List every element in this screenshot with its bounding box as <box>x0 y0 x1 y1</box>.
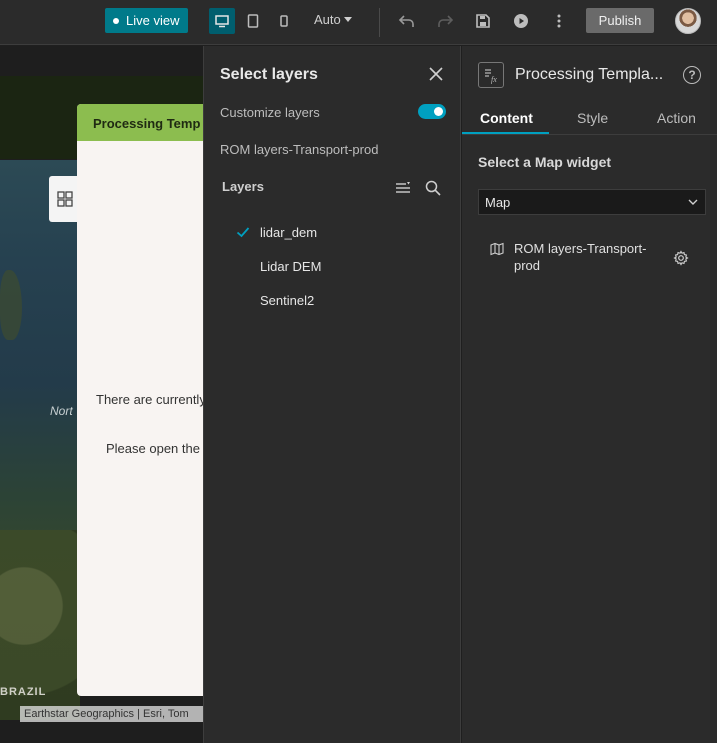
processing-template-icon: fx <box>478 62 504 88</box>
processing-template-widget[interactable]: Processing Temp There are currently Plea… <box>77 104 203 696</box>
desktop-view-button[interactable] <box>209 8 235 34</box>
map-ocean-label: Nort <box>50 404 73 418</box>
check-icon <box>236 227 250 238</box>
panel-title: Select layers <box>220 66 318 83</box>
play-circle-icon <box>514 14 528 28</box>
map-icon <box>490 242 504 256</box>
section-title: Select a Map widget <box>478 154 612 170</box>
redo-icon <box>438 15 454 27</box>
undo-button[interactable] <box>396 10 418 32</box>
layers-heading: Layers <box>222 179 264 194</box>
function-list-icon: fx <box>485 69 497 84</box>
select-layers-panel: Select layers Customize layers ROM layer… <box>203 46 461 743</box>
phone-icon <box>280 15 288 27</box>
processing-message: There are currently <box>96 392 203 407</box>
map-attribution: Earthstar Geographics | Esri, Tom <box>20 706 203 722</box>
layer-item[interactable]: lidar_dem <box>260 225 317 240</box>
map-view[interactable]: Nort <box>0 160 80 720</box>
layer-item[interactable]: Sentinel2 <box>260 293 314 308</box>
active-tab-indicator <box>462 132 549 134</box>
tab-style[interactable]: Style <box>577 110 608 126</box>
publish-button[interactable]: Publish <box>586 8 654 33</box>
map-entry-label: ROM layers-Transport- prod <box>514 240 664 274</box>
map-entry-label-line: prod <box>514 258 541 273</box>
map-landmass <box>0 270 22 340</box>
map-entry-label-line: ROM layers-Transport- <box>514 241 647 256</box>
toolbar-divider <box>379 8 380 37</box>
map-widget-select-value: Map <box>485 195 511 210</box>
phone-view-button[interactable] <box>271 8 297 34</box>
widget-settings-panel: fx Processing Templa... ? Content Style … <box>462 46 717 743</box>
live-view-button[interactable]: Live view <box>105 8 188 33</box>
preview-button[interactable] <box>510 10 532 32</box>
redo-button[interactable] <box>434 10 456 32</box>
more-options-button[interactable] <box>548 10 570 32</box>
customize-layers-toggle[interactable] <box>418 104 446 119</box>
screen-size-dropdown[interactable]: Auto <box>314 12 353 27</box>
caret-down-icon <box>343 16 352 22</box>
chevron-down-icon <box>688 199 698 205</box>
help-icon[interactable]: ? <box>683 66 701 84</box>
settings-title: Processing Templa... <box>515 66 664 83</box>
tab-action[interactable]: Action <box>657 110 696 126</box>
tab-content[interactable]: Content <box>480 110 533 126</box>
processing-widget-title: Processing Temp <box>77 104 203 141</box>
layer-item[interactable]: Lidar DEM <box>260 259 321 274</box>
gear-icon[interactable] <box>673 250 689 266</box>
svg-text:fx: fx <box>491 75 497 84</box>
data-source-name: ROM layers-Transport-prod <box>220 142 379 157</box>
desktop-icon <box>215 15 229 28</box>
tablet-icon <box>247 14 259 28</box>
sort-filter-icon[interactable] <box>394 179 412 197</box>
more-vertical-icon <box>557 14 561 28</box>
tablet-view-button[interactable] <box>240 8 266 34</box>
user-avatar[interactable] <box>675 8 701 34</box>
screen-size-label: Auto <box>314 12 341 27</box>
search-icon[interactable] <box>424 179 442 197</box>
close-icon[interactable] <box>428 66 444 82</box>
grid-icon <box>57 191 73 207</box>
map-widget-select[interactable]: Map <box>478 189 706 215</box>
undo-icon <box>398 15 414 27</box>
app-canvas: Nort BRAZIL Earthstar Geographics | Esri… <box>0 46 203 743</box>
map-country-label: BRAZIL <box>0 686 47 698</box>
live-dot-icon <box>113 17 119 24</box>
live-view-label: Live view <box>126 13 180 28</box>
processing-instruction: Please open the <box>106 441 200 456</box>
save-button[interactable] <box>472 10 494 32</box>
settings-tabs: Content Style Action <box>462 102 717 135</box>
customize-layers-label: Customize layers <box>220 105 320 120</box>
top-toolbar: Live view Auto Publish <box>0 0 717 45</box>
save-icon <box>476 14 490 28</box>
